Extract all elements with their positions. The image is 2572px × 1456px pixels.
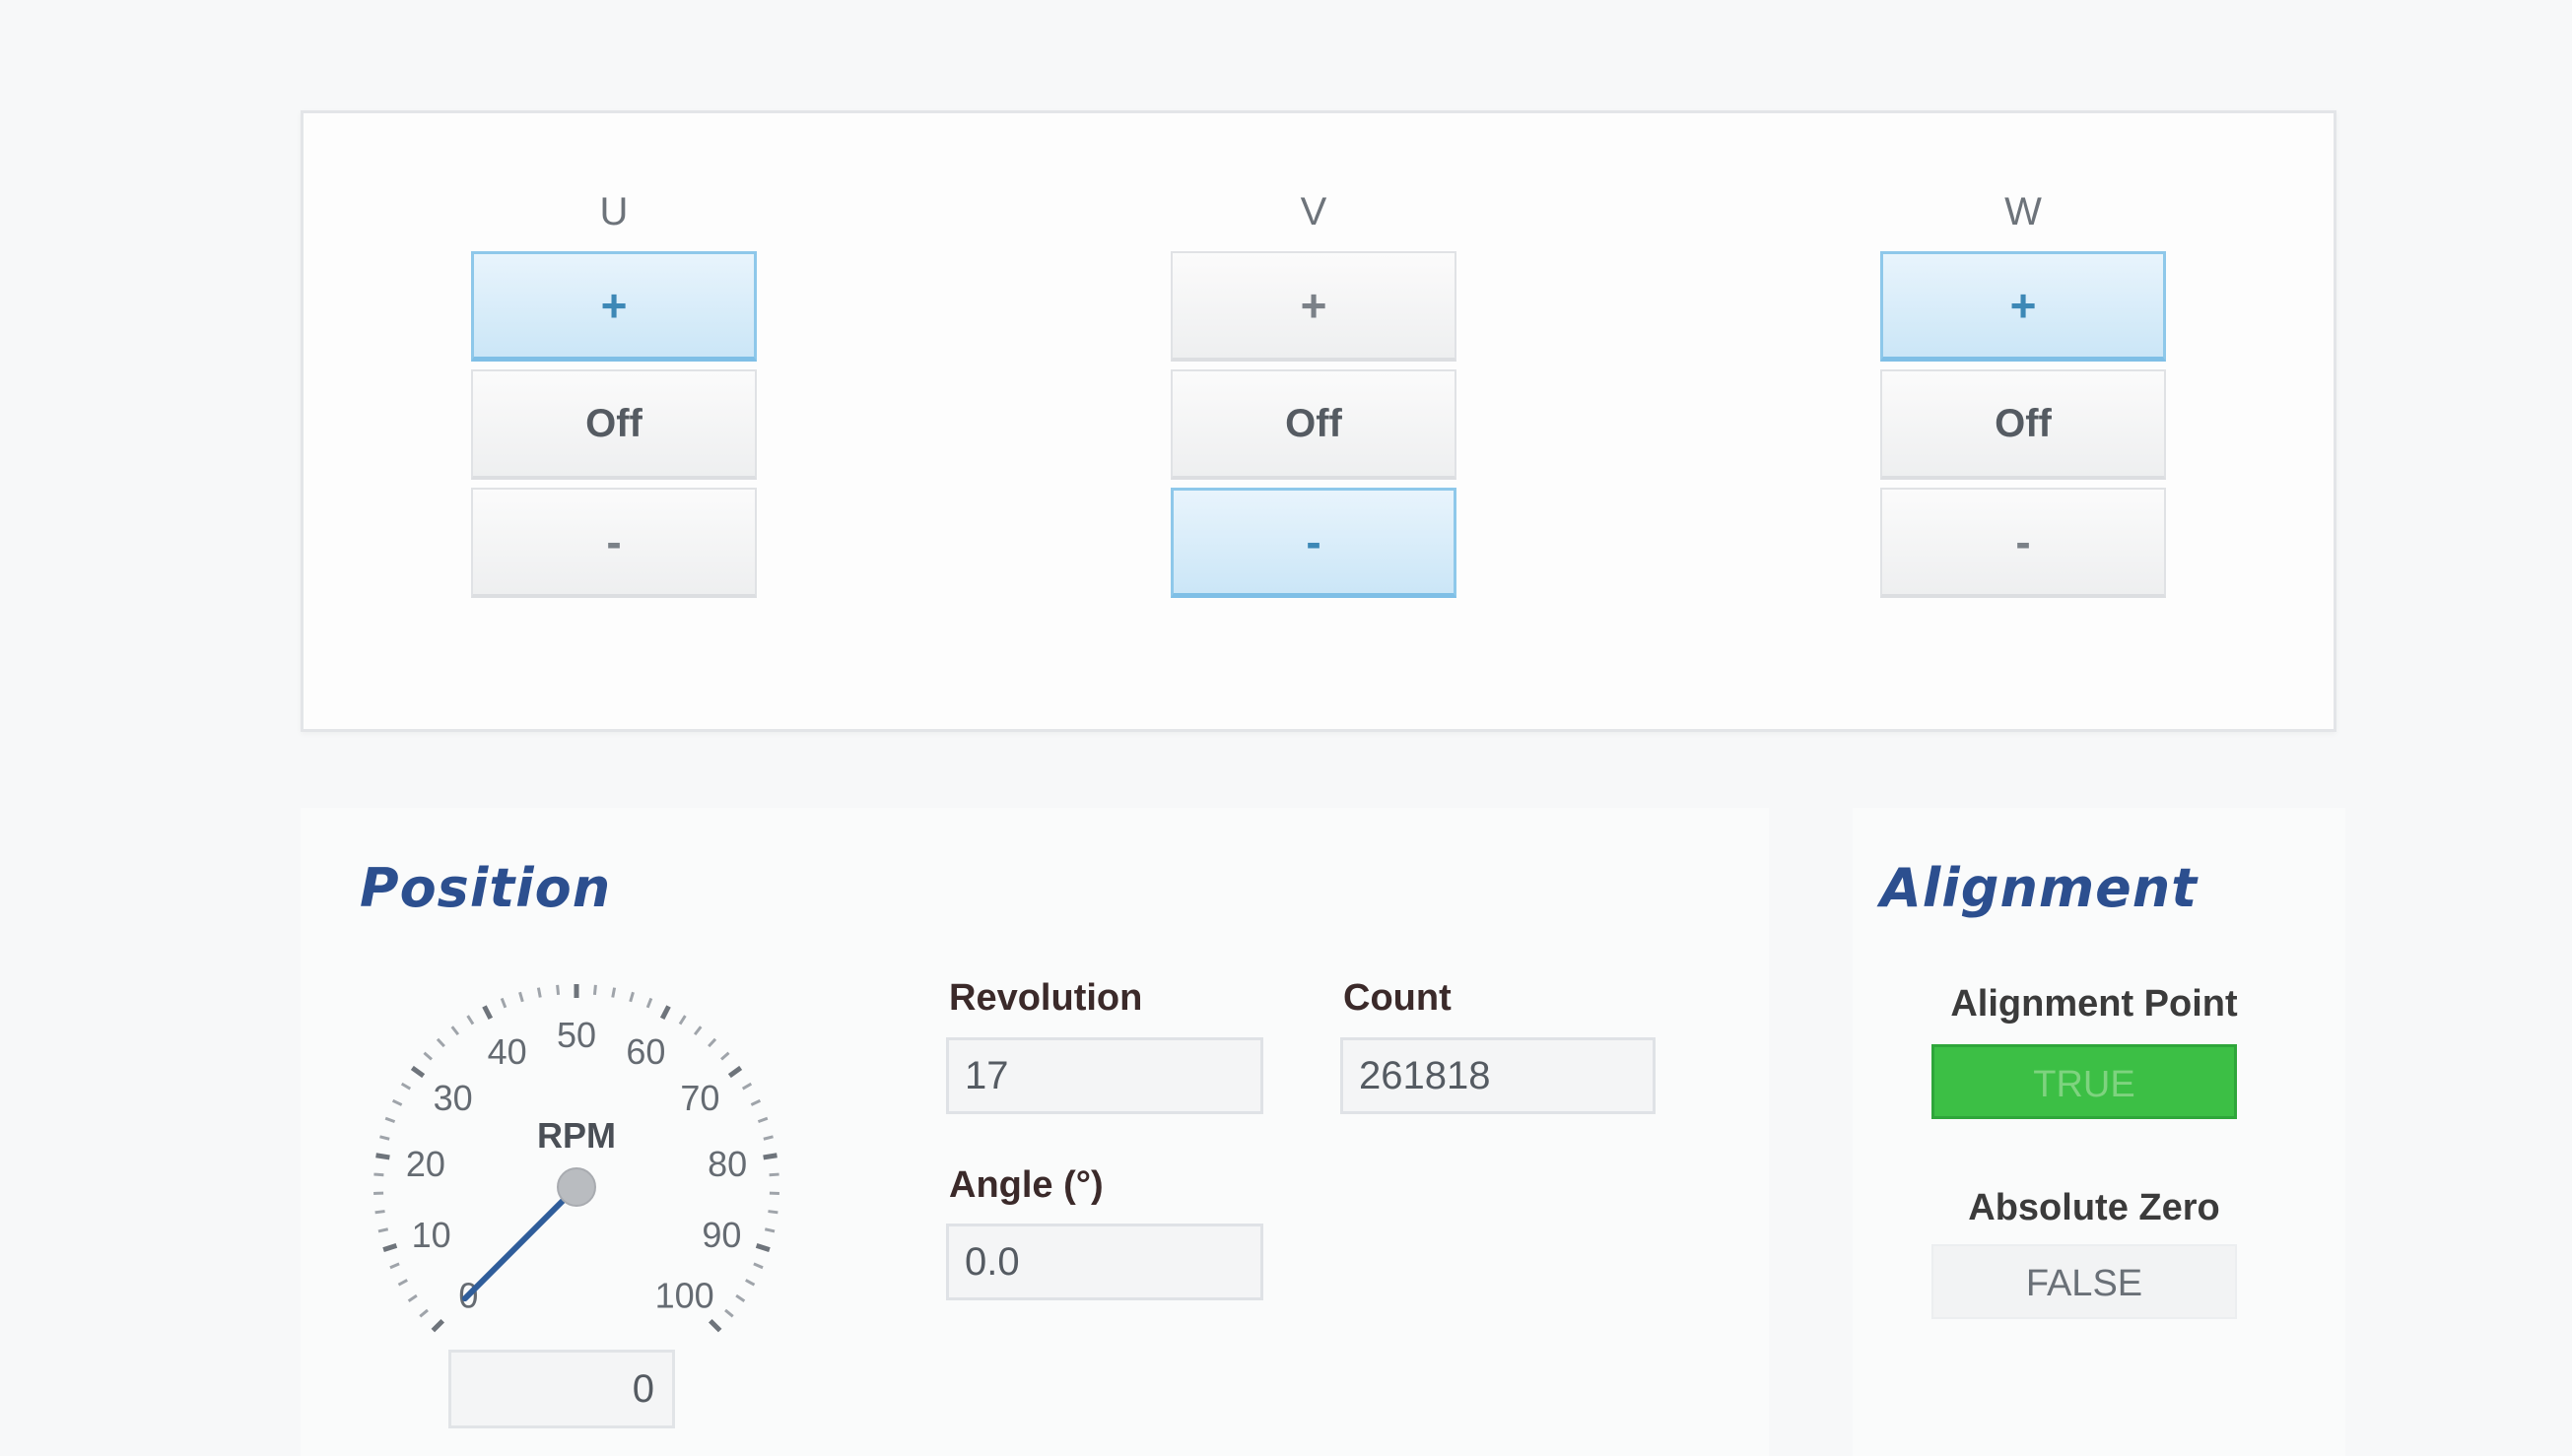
count-field[interactable]: 261818 [1340, 1037, 1656, 1114]
gauge-major-tick [431, 1318, 445, 1333]
absolute-zero-indicator: FALSE [1931, 1244, 2237, 1319]
gauge-minor-tick [741, 1082, 753, 1091]
gauge-tick-label: 60 [626, 1031, 665, 1072]
absolute-zero-label: Absolute Zero [1968, 1187, 2220, 1228]
phase-v-minus-button[interactable]: - [1171, 488, 1456, 598]
alignment-point-label: Alignment Point [1950, 983, 2238, 1025]
gauge-minor-tick [629, 991, 635, 1003]
gauge-minor-tick [611, 987, 617, 998]
revolution-label: Revolution [949, 977, 1143, 1019]
gauge-tick-label: 80 [708, 1144, 747, 1184]
count-label: Count [1343, 977, 1452, 1019]
phase-u-off-button[interactable]: Off [471, 369, 757, 480]
phase-u-minus-button[interactable]: - [471, 488, 757, 598]
gauge-minor-tick [373, 1172, 384, 1177]
angle-label: Angle (°) [949, 1164, 1104, 1206]
gauge-tick-label: 10 [412, 1215, 451, 1255]
gauge-major-tick [375, 1153, 390, 1160]
rpm-gauge-dial: 0102030405060708090100 RPM [373, 984, 779, 1333]
gauge-minor-tick [377, 1227, 389, 1233]
gauge-minor-tick [708, 1037, 717, 1048]
gauge-tick-label: 90 [702, 1215, 741, 1255]
gauge-major-tick [708, 1318, 722, 1333]
phase-u-plus-button[interactable]: + [471, 251, 757, 362]
gauge-minor-tick [407, 1293, 418, 1303]
gauge-rpm-label: RPM [537, 1115, 616, 1156]
gauge-minor-tick [536, 987, 542, 998]
revolution-field[interactable]: 17 [946, 1037, 1263, 1114]
alignment-point-indicator: TRUE [1931, 1044, 2237, 1119]
gauge-major-tick [410, 1065, 426, 1079]
gauge-major-tick [482, 1005, 494, 1021]
gauge-minor-tick [419, 1308, 429, 1318]
app-canvas: U + Off - V + Off - W + Off - Position 0… [0, 0, 2572, 1456]
gauge-tick-label: 50 [557, 1015, 596, 1055]
gauge-major-tick [763, 1153, 778, 1160]
gauge-minor-tick [379, 1135, 390, 1141]
gauge-minor-tick [693, 1026, 703, 1036]
gauge-tick-label: 70 [680, 1078, 719, 1118]
phase-v-column: V + Off - [1171, 182, 1456, 606]
gauge-tick-label: 30 [434, 1078, 473, 1118]
gauge-major-tick [659, 1005, 671, 1021]
gauge-minor-tick [423, 1051, 433, 1061]
rpm-value-field: 0 [448, 1350, 675, 1428]
gauge-minor-tick [768, 1210, 778, 1215]
phase-v-plus-button[interactable]: + [1171, 251, 1456, 362]
gauge-minor-tick [384, 1116, 396, 1124]
gauge-tick-label: 40 [488, 1031, 527, 1072]
gauge-minor-tick [724, 1308, 734, 1318]
gauge-minor-tick [753, 1262, 764, 1270]
alignment-title: Alignment [1880, 857, 2199, 919]
gauge-minor-tick [720, 1051, 730, 1061]
phase-w-column: W + Off - [1880, 182, 2166, 606]
phase-w-plus-button[interactable]: + [1880, 251, 2166, 362]
gauge-needle [461, 1184, 579, 1302]
phase-w-label: W [2004, 190, 2042, 233]
gauge-minor-tick [757, 1116, 769, 1124]
gauge-minor-tick [678, 1015, 687, 1026]
rpm-gauge: 0102030405060708090100 RPM [365, 975, 788, 1399]
angle-field[interactable]: 0.0 [946, 1224, 1263, 1300]
gauge-tick-label: 20 [406, 1144, 445, 1184]
gauge-minor-tick [769, 1172, 779, 1177]
phase-u-column: U + Off - [471, 182, 757, 606]
gauge-minor-tick [466, 1015, 475, 1026]
position-panel: Position 0102030405060708090100 RPM 0 Re… [301, 808, 1769, 1456]
phase-v-label: V [1300, 190, 1327, 233]
phase-w-minus-button[interactable]: - [1880, 488, 2166, 598]
gauge-minor-tick [400, 1082, 412, 1091]
gauge-minor-tick [391, 1098, 403, 1106]
gauge-minor-tick [750, 1098, 762, 1106]
gauge-minor-tick [397, 1279, 408, 1287]
gauge-major-tick [727, 1065, 743, 1079]
gauge-minor-tick [592, 984, 597, 996]
gauge-major-tick [755, 1242, 771, 1253]
phase-u-label: U [599, 190, 629, 233]
position-title: Position [360, 857, 612, 919]
phase-control-panel: U + Off - V + Off - W + Off - [301, 110, 2336, 732]
gauge-minor-tick [500, 997, 508, 1009]
gauge-minor-tick [735, 1293, 746, 1303]
gauge-minor-tick [374, 1210, 385, 1215]
gauge-tick-labels: 0102030405060708090100 [406, 1015, 747, 1316]
gauge-minor-tick [389, 1262, 400, 1270]
gauge-minor-tick [645, 997, 653, 1009]
phase-v-off-button[interactable]: Off [1171, 369, 1456, 480]
gauge-minor-tick [763, 1135, 774, 1141]
gauge-minor-tick [518, 991, 524, 1003]
alignment-panel: Alignment Alignment Point TRUE Absolute … [1853, 808, 2345, 1456]
gauge-tick-label: 100 [655, 1276, 714, 1316]
gauge-major-tick [382, 1242, 398, 1253]
gauge-minor-tick [764, 1227, 776, 1233]
gauge-minor-tick [450, 1026, 460, 1036]
gauge-minor-tick [745, 1279, 756, 1287]
phase-w-off-button[interactable]: Off [1880, 369, 2166, 480]
gauge-minor-tick [556, 984, 561, 996]
gauge-minor-tick [436, 1037, 445, 1048]
gauge-needle-hub [557, 1167, 596, 1207]
